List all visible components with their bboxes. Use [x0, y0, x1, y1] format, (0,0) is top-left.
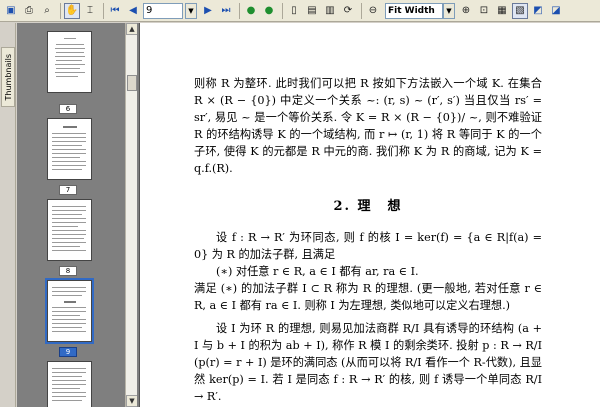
- next-view-icon[interactable]: ◪: [548, 3, 564, 19]
- actual-size-icon[interactable]: ⊡: [476, 3, 492, 19]
- hand-tool-icon[interactable]: ✋: [64, 2, 80, 19]
- previous-view-icon[interactable]: ◩: [530, 3, 546, 19]
- separator: [103, 2, 104, 19]
- zoom-dropdown-icon[interactable]: ▼: [443, 2, 455, 19]
- thumbnail-page-label: 6: [59, 104, 77, 114]
- thumbnails-scrollbar[interactable]: ▲ ▼: [125, 23, 138, 407]
- section-heading: 2. 理 想: [333, 199, 403, 214]
- separator: [282, 2, 283, 19]
- paragraph: 满足 (∗) 的加法子群 I ⊂ R 称为 R 的理想. (更一般地, 若对任意…: [194, 282, 542, 312]
- rotate-icon[interactable]: ⟳: [340, 3, 356, 19]
- next-page-icon[interactable]: ▶: [200, 3, 216, 19]
- document-view[interactable]: 则称 R 为整环. 此时我们可以把 R 按如下方法嵌入一个域 K. 在集合 R …: [137, 23, 600, 407]
- last-page-icon[interactable]: ⏭: [218, 3, 234, 19]
- paragraph: 设 I 为环 R 的理想, 则易见加法商群 R/I 具有诱导的环结构 (a + …: [194, 322, 542, 403]
- find-icon[interactable]: ⌕: [39, 3, 55, 19]
- page-thumbnail[interactable]: [47, 31, 92, 93]
- thumbnails-tab-label: Thumbnails: [3, 53, 13, 101]
- first-page-icon[interactable]: ⏮: [107, 3, 123, 19]
- document-page: 则称 R 为整环. 此时我们可以把 R 按如下方法嵌入一个域 K. 在集合 R …: [139, 23, 600, 407]
- separator: [239, 2, 240, 19]
- thumbnail-page-label-active: 9: [59, 347, 77, 357]
- zoom-out-icon[interactable]: ⊖: [365, 3, 381, 19]
- go-forward-icon[interactable]: ●: [261, 3, 277, 19]
- scrollbar-thumb[interactable]: [127, 75, 137, 91]
- page-thumbnail[interactable]: [47, 118, 92, 180]
- previous-page-icon[interactable]: ◀: [125, 3, 141, 19]
- facing-pages-icon[interactable]: ▥: [322, 3, 338, 19]
- print-icon[interactable]: ⎙: [21, 3, 37, 19]
- go-back-icon[interactable]: ●: [243, 3, 259, 19]
- thumbnails-tab[interactable]: Thumbnails: [1, 47, 15, 107]
- thumbnail-page-label: 7: [59, 185, 77, 195]
- fit-width-icon[interactable]: ▧: [512, 2, 528, 19]
- save-icon[interactable]: ▣: [3, 3, 19, 19]
- paragraph: 设 f : R → R′ 为环同态, 则 f 的核 I = ker(f) = {…: [194, 231, 542, 261]
- pdf-viewer-window: ▣ ⎙ ⌕ ✋ ⌶ ⏮ ◀ 9 ▼ ▶ ⏭ ● ● ▯ ▤ ▥ ⟳ ⊖ Fit …: [0, 0, 600, 407]
- separator: [361, 2, 362, 19]
- separator: [60, 2, 61, 19]
- page-number-input[interactable]: 9: [143, 2, 183, 19]
- thumbnail-page-label: 8: [59, 266, 77, 276]
- page-content: 则称 R 为整环. 此时我们可以把 R 按如下方法嵌入一个域 K. 在集合 R …: [194, 75, 542, 405]
- single-page-icon[interactable]: ▯: [286, 3, 302, 19]
- thumbnails-panel: 6 7 8 9: [17, 23, 125, 407]
- select-tool-icon[interactable]: ⌶: [82, 3, 98, 19]
- paragraph: (∗) 对任意 r ∈ R, a ∈ I 都有 ar, ra ∈ I.: [216, 265, 419, 278]
- fit-page-icon[interactable]: ▦: [494, 3, 510, 19]
- zoom-level-select[interactable]: Fit Width: [385, 2, 443, 19]
- continuous-icon[interactable]: ▤: [304, 3, 320, 19]
- page-thumbnail[interactable]: [47, 361, 92, 407]
- page-dropdown-icon[interactable]: ▼: [185, 2, 197, 19]
- paragraph: 则称 R 为整环. 此时我们可以把 R 按如下方法嵌入一个域 K. 在集合 R …: [194, 77, 542, 175]
- side-panel-tabs: Thumbnails: [0, 23, 16, 407]
- zoom-in-icon[interactable]: ⊕: [458, 3, 474, 19]
- toolbar: ▣ ⎙ ⌕ ✋ ⌶ ⏮ ◀ 9 ▼ ▶ ⏭ ● ● ▯ ▤ ▥ ⟳ ⊖ Fit …: [0, 0, 600, 22]
- page-thumbnail-active[interactable]: [45, 278, 94, 344]
- page-thumbnail[interactable]: [47, 199, 92, 261]
